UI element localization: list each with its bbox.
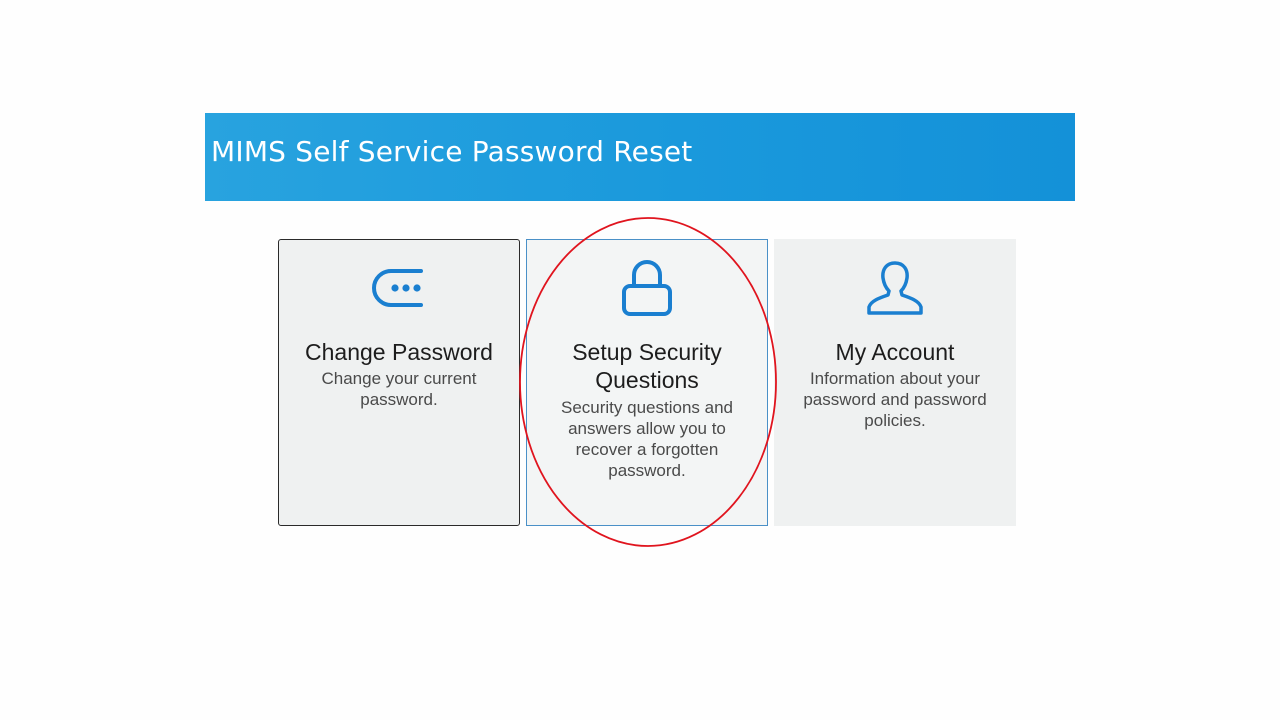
setup-security-questions-description: Security questions and answers allow you… [561,398,733,480]
setup-security-questions-title: Setup Security Questions [572,339,722,393]
change-password-tile[interactable]: Change Password Change your current pass… [278,239,520,526]
password-field-icon [279,256,519,320]
my-account-description: Information about your password and pass… [803,369,987,430]
header-banner: MIMS Self Service Password Reset [205,113,1075,201]
lock-icon [527,256,767,320]
my-account-title: My Account [835,339,955,365]
app-title: MIMS Self Service Password Reset [211,135,693,168]
change-password-title: Change Password [305,339,493,365]
user-icon [775,256,1015,320]
setup-security-questions-tile[interactable]: Setup Security Questions Security questi… [526,239,768,526]
change-password-description: Change your current password. [321,369,477,409]
page: MIMS Self Service Password Reset Change … [0,0,1280,720]
my-account-tile[interactable]: My Account Information about your passwo… [774,239,1016,526]
